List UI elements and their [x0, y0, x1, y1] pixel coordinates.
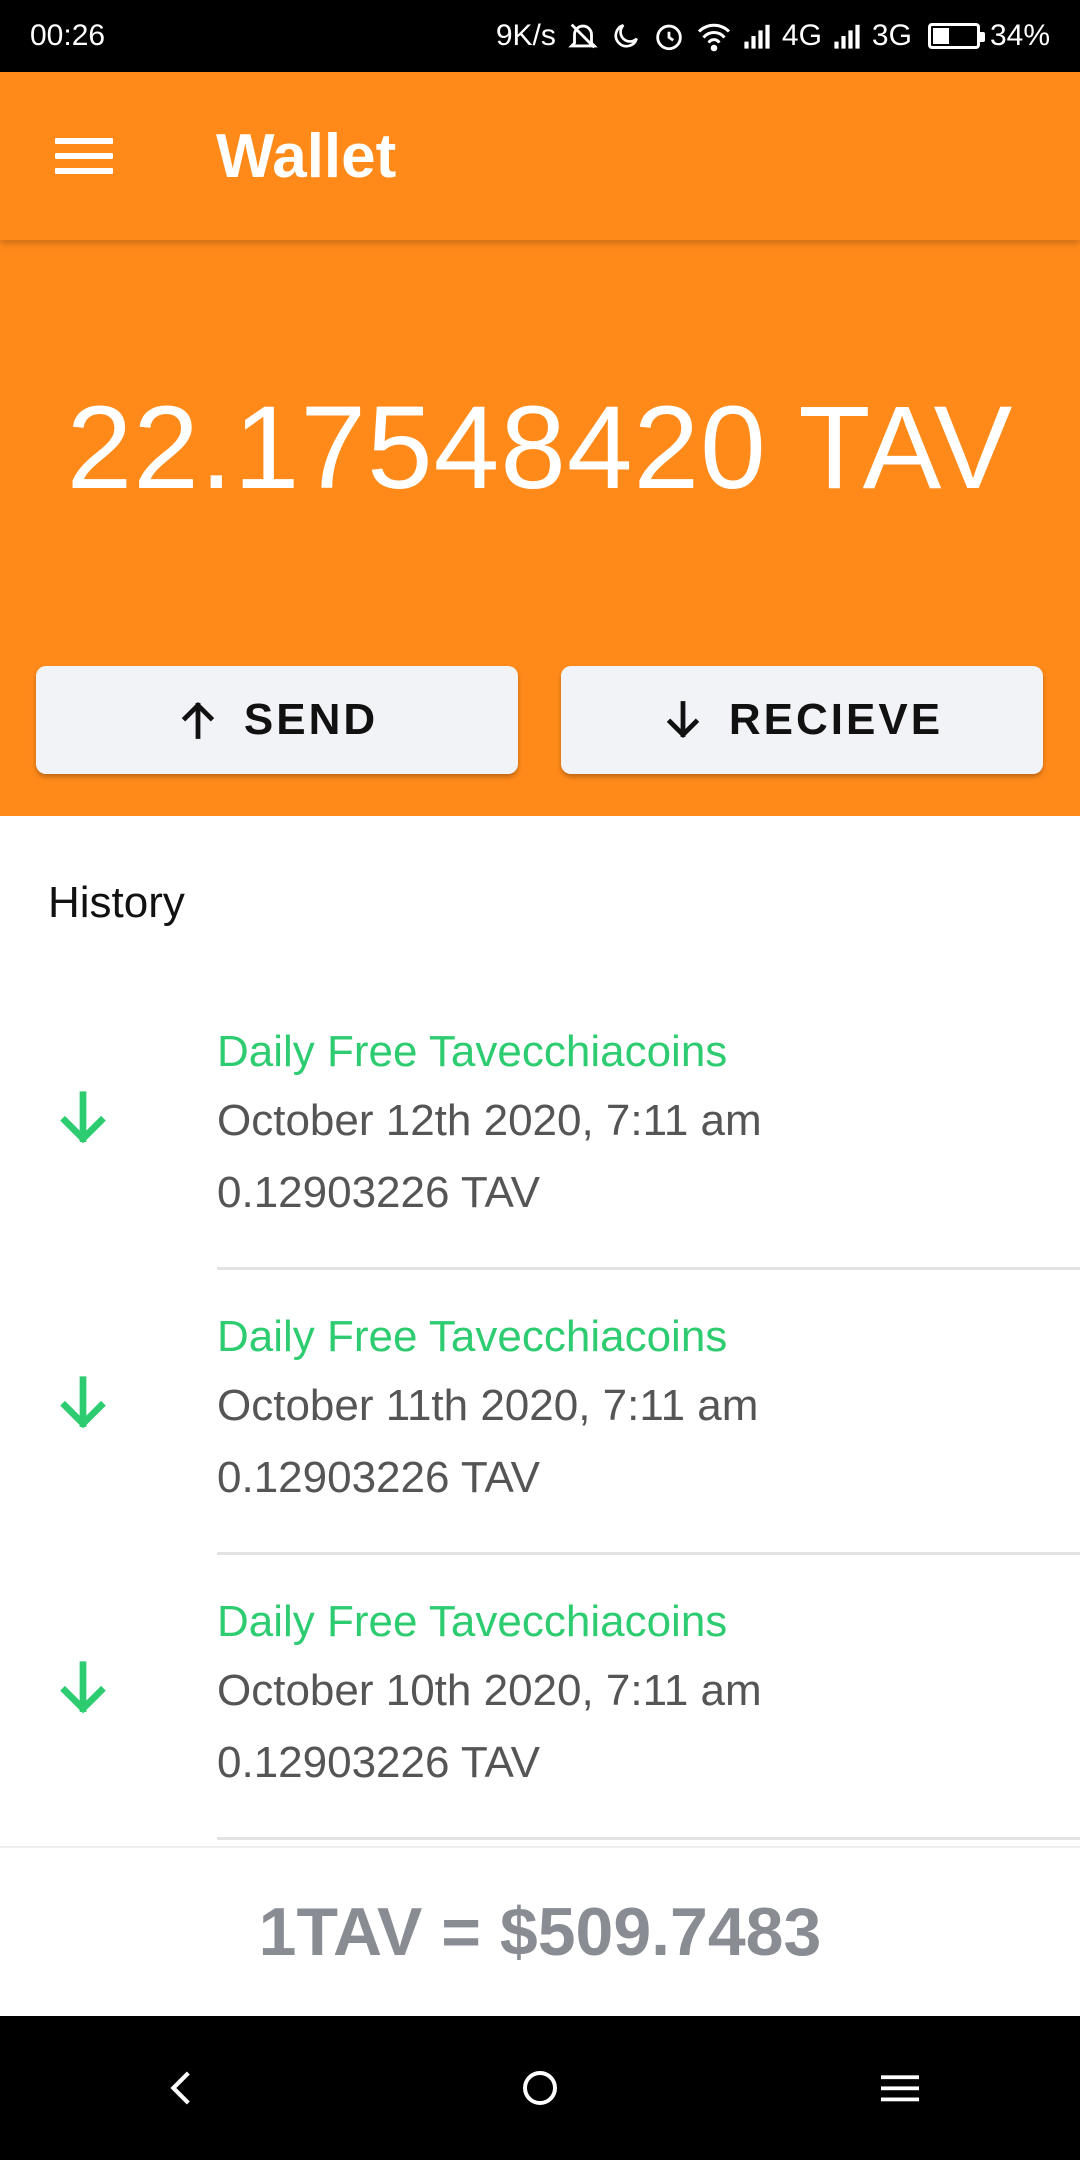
home-circle-icon [523, 2071, 557, 2105]
exchange-rate-text: 1TAV = $509.7483 [258, 1894, 822, 1970]
back-button[interactable] [120, 2028, 240, 2148]
status-icons: 9K/s 4G 3G 34% [496, 19, 1050, 53]
transaction-date: October 10th 2020, 7:11 am [217, 1666, 762, 1715]
history-list: Daily Free Tavecchiacoins October 12th 2… [0, 985, 1080, 1840]
list-item[interactable]: Daily Free Tavecchiacoins October 12th 2… [0, 985, 1080, 1270]
system-nav-bar [0, 2016, 1080, 2160]
incoming-arrow-icon [60, 1376, 106, 1429]
status-bar: 00:26 9K/s 4G 3G 34% [0, 0, 1080, 72]
battery-icon [927, 23, 985, 49]
back-icon [170, 2071, 190, 2105]
arrow-up-icon [181, 701, 215, 739]
transaction-title: Daily Free Tavecchiacoins [217, 1027, 728, 1076]
wallet-balance: 22.17548420 TAV [66, 382, 1014, 514]
send-button-label: SEND [243, 695, 379, 744]
menu-lines-icon [881, 2075, 919, 2102]
transaction-date: October 11th 2020, 7:11 am [217, 1381, 759, 1430]
battery-level: 34% [989, 19, 1050, 52]
menu-button[interactable] [0, 72, 168, 240]
transaction-amount: 0.12903226 TAV [217, 1168, 540, 1217]
signal-icon-2 [834, 24, 860, 49]
receive-button-label: RECIEVE [728, 695, 944, 744]
history-heading: History [48, 878, 185, 927]
incoming-arrow-icon [60, 1091, 106, 1144]
mute-bell-icon [568, 23, 598, 49]
network-speed: 9K/s [495, 19, 556, 52]
balance-panel: 22.17548420 TAV SEND RECIEVE [0, 240, 1080, 816]
signal-icon [744, 24, 770, 49]
hamburger-icon [55, 138, 113, 174]
network-type-1: 4G [781, 19, 822, 52]
divider [217, 1837, 1080, 1840]
arrow-down-icon [666, 701, 700, 739]
home-button[interactable] [480, 2028, 600, 2148]
network-type-2: 3G [871, 19, 912, 52]
exchange-rate: 1TAV = $509.7483 [0, 1846, 1080, 2016]
transaction-title: Daily Free Tavecchiacoins [217, 1312, 728, 1361]
wifi-icon [697, 23, 730, 52]
page-title: Wallet [216, 121, 397, 191]
app-bar: Wallet [0, 72, 1080, 240]
list-item[interactable]: Daily Free Tavecchiacoins October 11th 2… [0, 1270, 1080, 1555]
recents-button[interactable] [840, 2028, 960, 2148]
alarm-icon [656, 24, 682, 51]
incoming-arrow-icon [60, 1661, 106, 1714]
status-time: 00:26 [30, 19, 106, 52]
transaction-amount: 0.12903226 TAV [217, 1453, 540, 1502]
receive-button[interactable]: RECIEVE [561, 666, 1043, 774]
list-item[interactable]: Daily Free Tavecchiacoins October 10th 2… [0, 1555, 1080, 1840]
moon-icon [614, 24, 638, 48]
transaction-date: October 12th 2020, 7:11 am [217, 1096, 762, 1145]
transaction-amount: 0.12903226 TAV [217, 1738, 540, 1787]
transaction-title: Daily Free Tavecchiacoins [217, 1597, 728, 1646]
send-button[interactable]: SEND [36, 666, 518, 774]
